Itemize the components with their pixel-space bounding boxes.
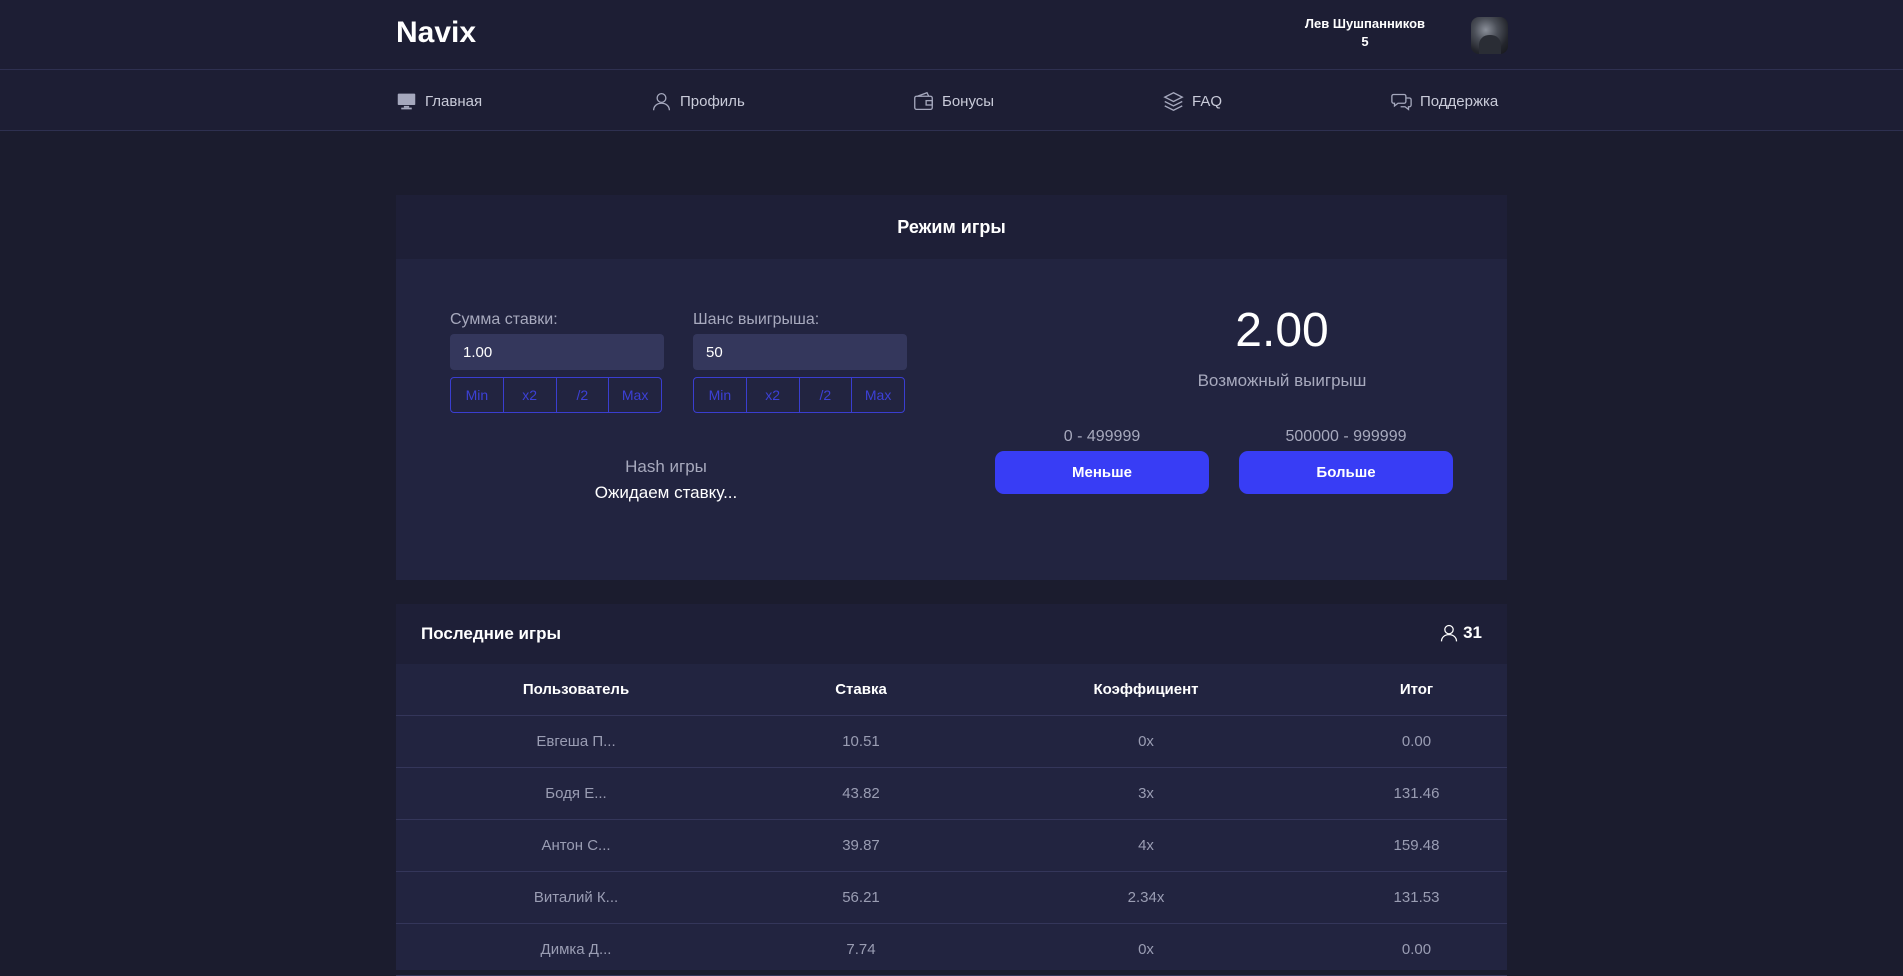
user-name: Лев Шушпанников [1304, 16, 1426, 31]
cell-user: Евгеша П... [396, 715, 756, 768]
cell-bet: 10.51 [756, 715, 966, 768]
bet-high-button[interactable]: Больше [1239, 451, 1453, 494]
cell-coefficient: 3x [966, 767, 1326, 820]
wallet-icon [914, 91, 933, 110]
chat-icon [1391, 93, 1412, 111]
bet-label: Сумма ставки: [450, 311, 558, 328]
avatar[interactable] [1471, 17, 1508, 54]
cell-coefficient: 4x [966, 819, 1326, 872]
cell-result: 131.46 [1326, 767, 1507, 820]
nav-item-home[interactable]: Главная [396, 90, 482, 112]
possible-win-value: 2.00 [1235, 304, 1329, 357]
nav-label: FAQ [1192, 92, 1223, 110]
column-bet: Ставка [756, 664, 966, 716]
main-nav: Главная Профиль Бонусы FAQ Поддержка [0, 70, 1903, 131]
nav-item-faq[interactable]: FAQ [1163, 90, 1222, 112]
cell-result: 0.00 [1326, 923, 1507, 976]
bet-half-button[interactable]: /2 [557, 378, 610, 412]
nav-label: Главная [425, 92, 483, 110]
bet-min-button[interactable]: Min [451, 378, 504, 412]
nav-label: Профиль [680, 92, 745, 110]
online-count: 31 [1463, 623, 1482, 642]
bet-buttons: Min x2 /2 Max [450, 377, 662, 413]
cell-bet: 7.74 [756, 923, 966, 976]
bet-max-button[interactable]: Max [609, 378, 661, 412]
online-counter: 31 [1439, 623, 1482, 643]
column-user: Пользователь [396, 664, 756, 716]
last-games-card: Последние игры 31 Пользователь Ставка Ко… [396, 604, 1507, 976]
column-result: Итог [1326, 664, 1507, 716]
cell-user: Виталий К... [396, 871, 756, 924]
nav-label: Поддержка [1420, 92, 1499, 110]
chance-max-button[interactable]: Max [852, 378, 904, 412]
cell-user: Бодя Е... [396, 767, 756, 820]
cell-bet: 39.87 [756, 819, 966, 872]
last-games-header: Последние игры 31 [396, 604, 1507, 664]
user-balance: 5 [1361, 34, 1369, 49]
table-row: Евгеша П... 10.51 0x 0.00 [396, 715, 1507, 768]
cell-user: Димка Д... [396, 923, 756, 976]
game-title: Режим игры [396, 195, 1507, 259]
monitor-icon [397, 93, 416, 109]
game-card: Режим игры Сумма ставки: Min x2 /2 Max Ш… [396, 195, 1507, 580]
cell-coefficient: 2.34x [966, 871, 1326, 924]
top-bar: Navix Лев Шушпанников 5 [0, 0, 1903, 70]
hash-value: Ожидаем ставку... [594, 483, 738, 502]
layers-icon [1163, 91, 1184, 111]
chance-buttons: Min x2 /2 Max [693, 377, 905, 413]
bet-input[interactable] [450, 334, 664, 370]
table-header-row: Пользователь Ставка Коэффициент Итог [396, 664, 1507, 716]
cell-bet: 43.82 [756, 767, 966, 820]
cell-user: Антон С... [396, 819, 756, 872]
last-games-title: Последние игры [421, 624, 561, 643]
cell-result: 159.48 [1326, 819, 1507, 872]
cell-coefficient: 0x [966, 923, 1326, 976]
table-row: Антон С... 39.87 4x 159.48 [396, 819, 1507, 872]
cell-bet: 56.21 [756, 871, 966, 924]
user-icon [652, 92, 671, 110]
column-coefficient: Коэффициент [966, 664, 1326, 716]
high-range: 500000 - 999999 [1285, 428, 1407, 445]
nav-label: Бонусы [942, 92, 995, 110]
bet-low-button[interactable]: Меньше [995, 451, 1209, 494]
low-range: 0 - 499999 [1063, 428, 1141, 445]
hash-label: Hash игры [625, 457, 707, 476]
cell-result: 0.00 [1326, 715, 1507, 768]
cell-result: 131.53 [1326, 871, 1507, 924]
table-row: Димка Д... 7.74 0x 0.00 [396, 923, 1507, 976]
chance-x2-button[interactable]: x2 [747, 378, 800, 412]
table-row: Бодя Е... 43.82 3x 131.46 [396, 767, 1507, 820]
nav-item-support[interactable]: Поддержка [1391, 90, 1498, 112]
bet-x2-button[interactable]: x2 [504, 378, 557, 412]
chance-label: Шанс выигрыша: [693, 311, 820, 328]
user-info[interactable]: Лев Шушпанников 5 [1285, 15, 1445, 51]
user-icon [1440, 624, 1458, 642]
cell-coefficient: 0x [966, 715, 1326, 768]
table-row: Виталий К... 56.21 2.34x 131.53 [396, 871, 1507, 924]
logo[interactable]: Navix [396, 16, 476, 50]
game-body: Сумма ставки: Min x2 /2 Max Шанс выигрыш… [396, 259, 1507, 580]
chance-input[interactable] [693, 334, 907, 370]
last-games-table: Пользователь Ставка Коэффициент Итог Евг… [396, 664, 1507, 976]
nav-item-bonuses[interactable]: Бонусы [913, 90, 994, 112]
chance-min-button[interactable]: Min [694, 378, 747, 412]
nav-item-profile[interactable]: Профиль [651, 90, 745, 112]
chance-half-button[interactable]: /2 [800, 378, 853, 412]
possible-win-label: Возможный выигрыш [1197, 371, 1367, 390]
